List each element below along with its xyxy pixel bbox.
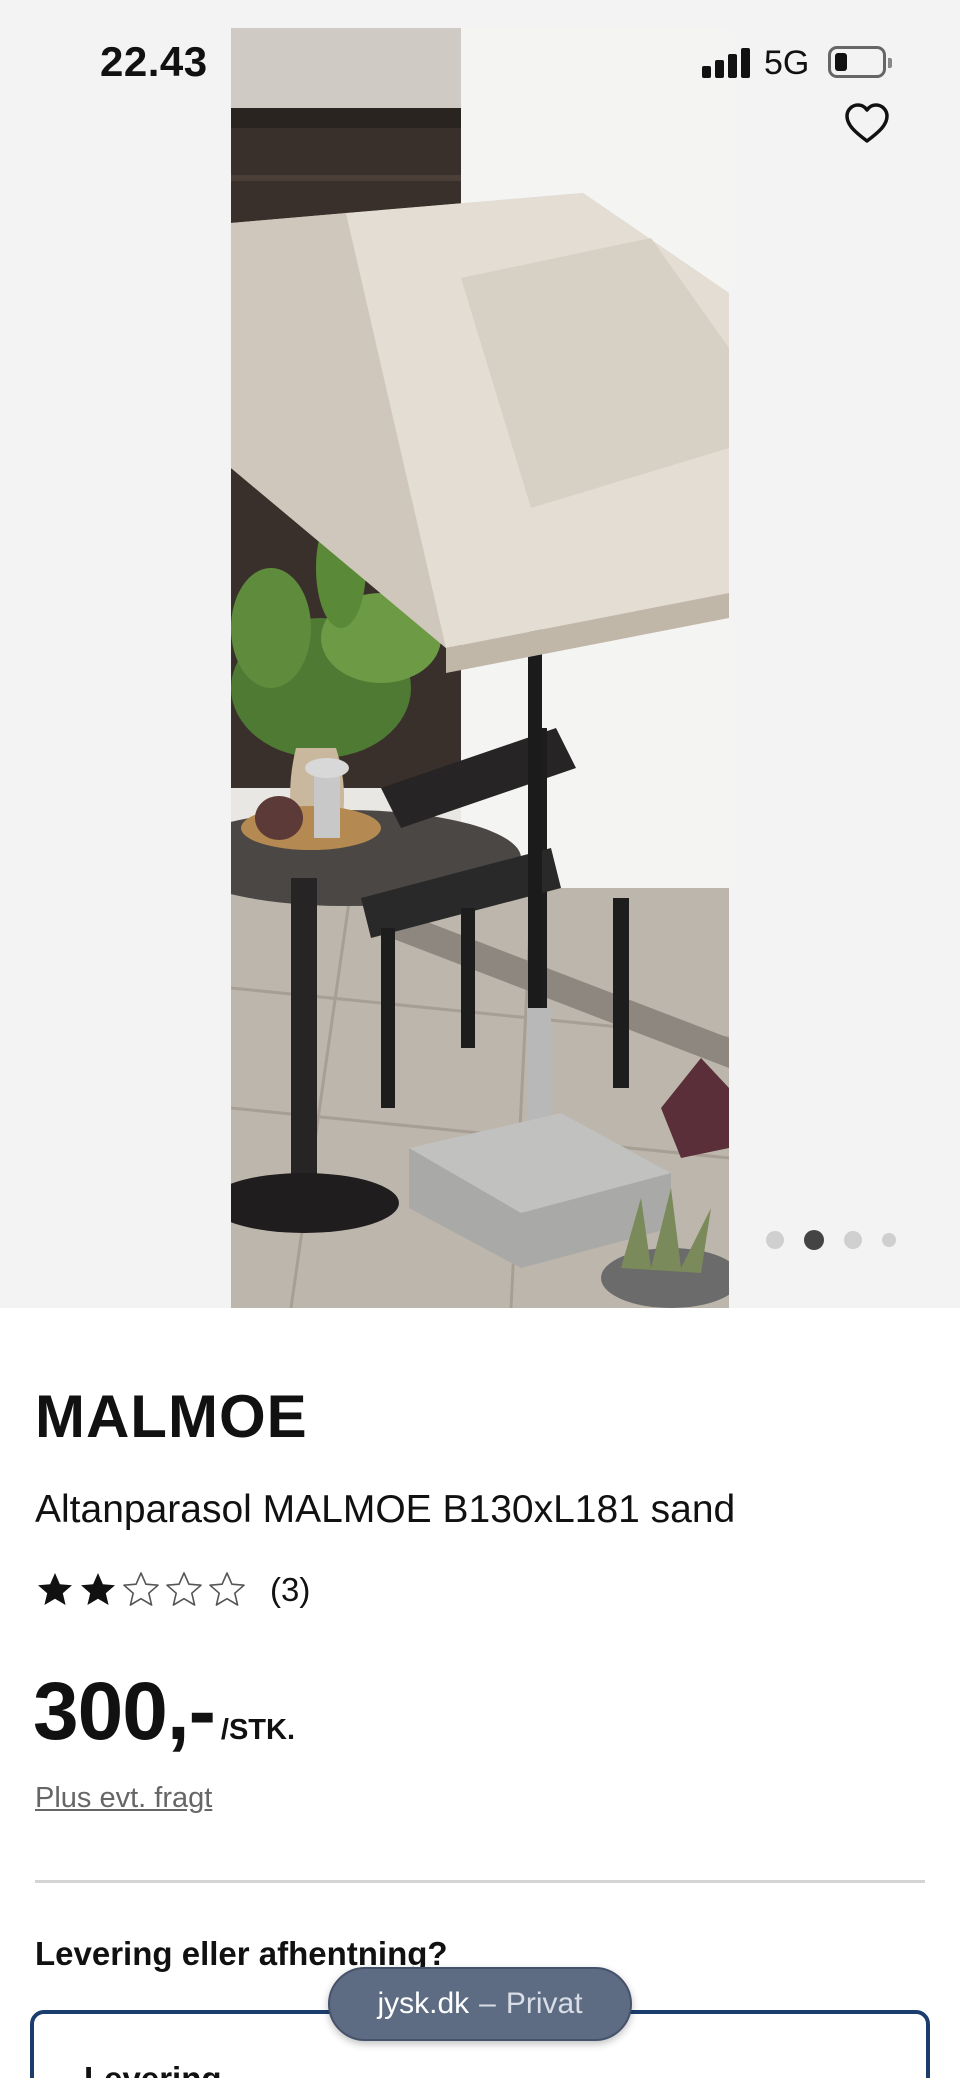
cellular-signal-icon [702,48,750,78]
section-divider [35,1880,925,1883]
favorite-button[interactable] [843,100,891,148]
shipping-link[interactable]: Plus evt. fragt [35,1782,212,1815]
price-unit: /STK. [220,1714,296,1746]
star-filled-icon [38,1573,72,1605]
star-filled-icon [81,1573,115,1605]
browser-url-pill[interactable]: jysk.dk – Privat [328,1967,632,2041]
status-bar: 22.43 5G [0,0,960,120]
status-time: 22.43 [100,38,208,85]
product-price: 300,- [33,1666,216,1757]
gallery-dot[interactable] [766,1231,784,1249]
url-domain: jysk.dk [377,1987,470,2020]
delivery-option-label: Levering [84,2060,222,2078]
product-photo[interactable] [231,28,729,1308]
url-separator: – [479,1987,496,2020]
star-outline-icon [209,1572,245,1606]
gallery-pagination [766,1228,896,1252]
heart-outline-icon [845,103,889,143]
product-name: Altanparasol MALMOE B130xL181 sand [35,1488,736,1531]
product-image-gallery[interactable] [0,0,960,1308]
product-rating[interactable]: (3) [35,1570,310,1610]
gallery-dot[interactable] [882,1233,896,1247]
parasol-scene-image [231,28,729,1308]
product-brand: MALMOE [35,1383,308,1450]
star-outline-icon [166,1572,202,1606]
battery-icon [828,46,892,78]
rating-count[interactable]: (3) [270,1571,310,1609]
star-outline-icon [123,1572,159,1606]
network-type: 5G [764,44,810,82]
price-block: 300,- /STK. [33,1665,295,1759]
gallery-dot-active[interactable] [804,1230,824,1250]
gallery-dot[interactable] [844,1231,862,1249]
browsing-mode: Privat [505,1987,583,2020]
